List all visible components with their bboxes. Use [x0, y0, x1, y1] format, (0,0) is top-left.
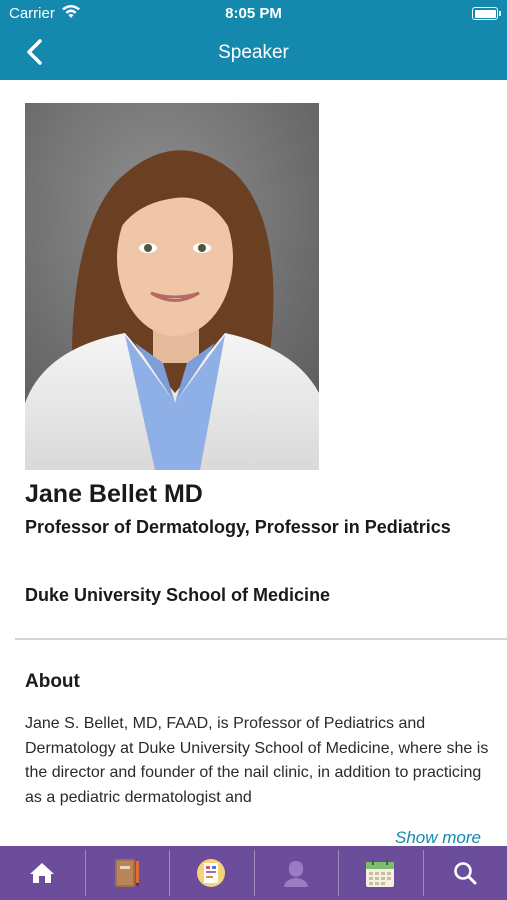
speaker-person-icon [283, 861, 308, 887]
tab-posters[interactable] [169, 846, 254, 900]
status-time: 8:05 PM [225, 5, 282, 22]
calendar-icon [366, 859, 395, 887]
about-text: Jane S. Bellet, MD, FAAD, is Professor o… [25, 715, 489, 806]
show-more-link[interactable]: Show more [395, 828, 481, 848]
search-icon [453, 862, 477, 885]
tab-speakers[interactable] [253, 846, 339, 900]
speaker-name: Jane Bellet MD [25, 480, 203, 508]
tab-notebook[interactable] [84, 846, 170, 900]
notebook-icon [114, 859, 139, 887]
section-divider [15, 638, 507, 640]
speaker-photo [25, 103, 319, 470]
speaker-organization: Duke University School of Medicine [25, 585, 331, 605]
status-bar: Carrier 8:05 PM [0, 0, 507, 28]
speaker-title: Professor of Dermatology, Professor in P… [25, 517, 451, 537]
nav-header: Carrier 8:05 PM Speaker [0, 0, 507, 80]
tab-home[interactable] [0, 846, 85, 900]
page-title: Speaker [218, 42, 289, 63]
battery-icon [472, 7, 501, 20]
about-heading: About [25, 671, 80, 692]
tab-bar [0, 846, 507, 900]
home-icon [30, 863, 55, 883]
tab-search[interactable] [422, 846, 507, 900]
tab-calendar[interactable] [338, 846, 423, 900]
poster-icon [197, 859, 226, 887]
